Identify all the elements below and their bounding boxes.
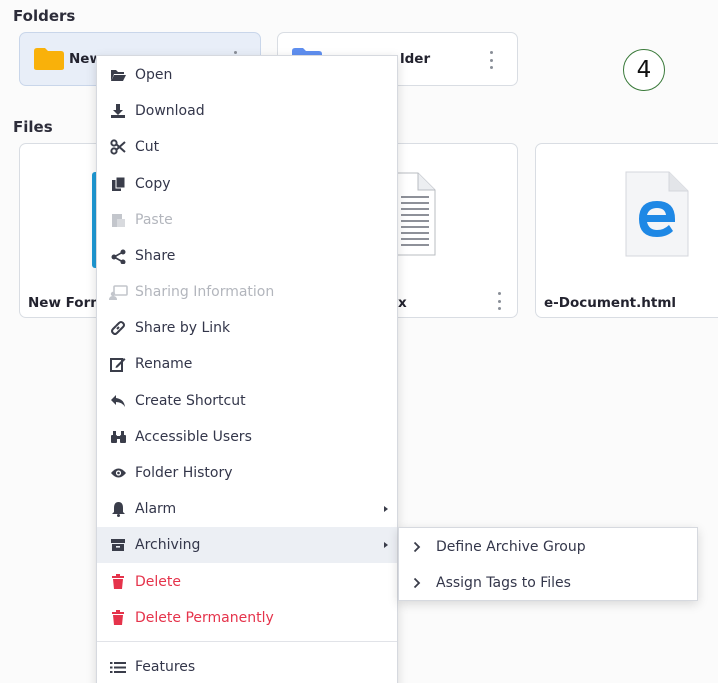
folder-name: lder (400, 51, 431, 67)
context-menu: Open Download Cut Copy Paste Share Shari… (96, 55, 398, 683)
link-icon (108, 320, 128, 336)
menu-item-archiving[interactable]: Archiving (97, 527, 397, 563)
eye-icon (108, 467, 128, 479)
menu-item-share[interactable]: Share (97, 238, 397, 274)
trash-icon (108, 574, 128, 590)
menu-item-paste[interactable]: Paste (97, 202, 397, 238)
menu-item-create-shortcut[interactable]: Create Shortcut (97, 383, 397, 419)
archiving-submenu: Define Archive Group Assign Tags to File… (398, 527, 698, 601)
menu-item-share-by-link[interactable]: Share by Link (97, 310, 397, 346)
menu-item-rename[interactable]: Rename (97, 346, 397, 382)
menu-item-sharing-information[interactable]: Sharing Information (97, 274, 397, 310)
share-icon (108, 249, 128, 264)
menu-item-download[interactable]: Download (97, 93, 397, 129)
file-card-html[interactable]: e-Document.html (535, 143, 718, 318)
file-name: e-Document.html (544, 295, 677, 311)
chevron-right-icon (399, 541, 435, 553)
file-browser: Folders New lder 4 Files New Form x e-Do… (0, 0, 718, 683)
menu-item-accessible-users[interactable]: Accessible Users (97, 419, 397, 455)
submenu-item-assign-tags[interactable]: Assign Tags to Files (399, 565, 697, 601)
submenu-item-define-archive-group[interactable]: Define Archive Group (399, 529, 697, 565)
scissors-icon (108, 139, 128, 155)
submenu-arrow-icon (384, 542, 388, 548)
folders-heading: Folders (13, 7, 76, 25)
sharing-info-icon (108, 284, 128, 300)
html-edge-icon (625, 171, 689, 261)
download-icon (108, 103, 128, 119)
rename-icon (108, 356, 128, 372)
menu-item-copy[interactable]: Copy (97, 166, 397, 202)
copy-icon (108, 176, 128, 192)
menu-item-alarm[interactable]: Alarm (97, 491, 397, 527)
step-badge: 4 (623, 49, 665, 91)
file-more-icon[interactable] (496, 292, 502, 310)
folder-more-icon[interactable] (488, 51, 494, 69)
menu-item-features[interactable]: Features (97, 649, 397, 683)
archive-icon (108, 538, 128, 552)
files-heading: Files (13, 118, 53, 136)
menu-item-delete-permanently[interactable]: Delete Permanently (97, 600, 397, 636)
chevron-right-icon (399, 577, 435, 589)
submenu-arrow-icon (384, 506, 388, 512)
file-name: x (398, 295, 407, 311)
file-name: New Form (28, 295, 105, 311)
shortcut-icon (108, 394, 128, 408)
list-icon (108, 661, 128, 674)
menu-item-open[interactable]: Open (97, 57, 397, 93)
trash-icon (108, 610, 128, 626)
menu-item-delete[interactable]: Delete (97, 564, 397, 600)
menu-item-folder-history[interactable]: Folder History (97, 455, 397, 491)
bell-icon (108, 501, 128, 517)
menu-item-cut[interactable]: Cut (97, 129, 397, 165)
text-document-icon (398, 172, 436, 260)
menu-divider (97, 641, 397, 642)
folder-icon (33, 47, 65, 75)
binoculars-icon (108, 430, 128, 444)
folder-open-icon (108, 68, 128, 82)
paste-icon (108, 212, 128, 228)
